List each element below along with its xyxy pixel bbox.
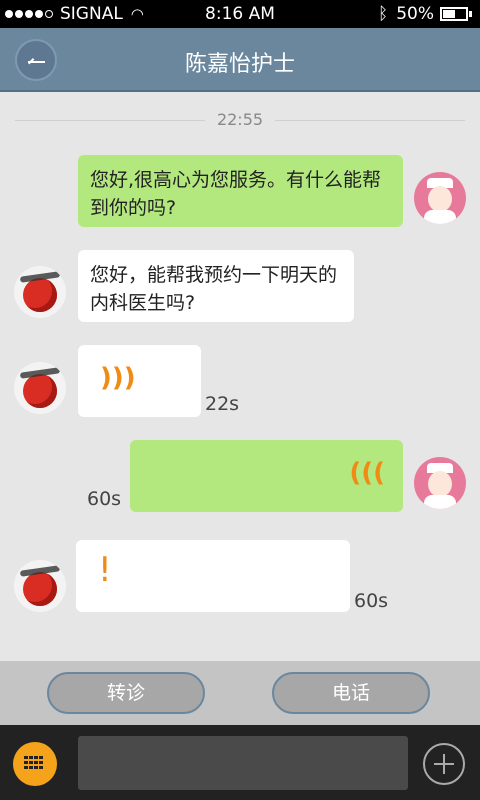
voice-message-bubble[interactable]: ))) xyxy=(78,345,201,417)
quick-action-bar: 转诊 电话 xyxy=(0,661,480,725)
message-text: 您好,很高心为您服务。有什么能帮到你的吗? xyxy=(90,169,382,219)
patient-avatar[interactable] xyxy=(14,266,66,318)
keyboard-toggle-button[interactable] xyxy=(13,742,57,786)
nurse-uniform xyxy=(424,495,456,509)
voice-duration: 60s xyxy=(87,488,122,510)
divider-line xyxy=(275,120,465,121)
voice-duration: 60s xyxy=(354,590,389,612)
nurse-face xyxy=(428,471,452,497)
nurse-uniform xyxy=(424,210,456,224)
voice-wave-icon: ((( xyxy=(349,458,385,488)
message-bubble[interactable]: 您好，能帮我预约一下明天的内科医生吗? xyxy=(78,250,354,322)
nurse-avatar[interactable] xyxy=(414,457,466,509)
phone-button[interactable]: 电话 xyxy=(272,672,430,714)
bluetooth-icon: ᛒ xyxy=(378,4,389,24)
voice-wave-icon: ))) xyxy=(100,363,136,393)
patient-avatar[interactable] xyxy=(14,560,66,612)
status-bar: SIGNAL ◠ 8:16 AM ᛒ 50% xyxy=(0,0,480,28)
battery-percent: 50% xyxy=(396,4,434,24)
page-title: 陈嘉怡护士 xyxy=(184,52,295,77)
voice-message-bubble[interactable]: ! xyxy=(76,540,350,612)
voice-message-bubble[interactable]: ((( xyxy=(130,440,403,512)
transfer-button[interactable]: 转诊 xyxy=(47,672,205,714)
voice-duration: 22s xyxy=(205,393,240,415)
battery-tip xyxy=(469,11,472,17)
status-right: ᛒ 50% xyxy=(378,4,472,24)
nurse-face xyxy=(428,186,452,212)
keyboard-icon xyxy=(24,756,46,770)
apple-image xyxy=(23,278,57,312)
nurse-avatar[interactable] xyxy=(414,172,466,224)
apple-image xyxy=(23,572,57,606)
input-bar xyxy=(0,725,480,800)
plus-icon xyxy=(443,754,445,774)
battery-icon xyxy=(440,7,468,21)
add-attachment-button[interactable] xyxy=(423,743,465,785)
battery-fill xyxy=(443,10,455,18)
apple-image xyxy=(23,374,57,408)
nav-bar: 陈嘉怡护士 xyxy=(0,28,480,92)
message-input[interactable] xyxy=(78,736,408,790)
message-text: 您好，能帮我预约一下明天的内科医生吗? xyxy=(90,264,338,314)
warning-icon: ! xyxy=(98,550,112,590)
time-divider: 22:55 xyxy=(0,110,480,130)
message-bubble[interactable]: 您好,很高心为您服务。有什么能帮到你的吗? xyxy=(78,155,403,227)
patient-avatar[interactable] xyxy=(14,362,66,414)
